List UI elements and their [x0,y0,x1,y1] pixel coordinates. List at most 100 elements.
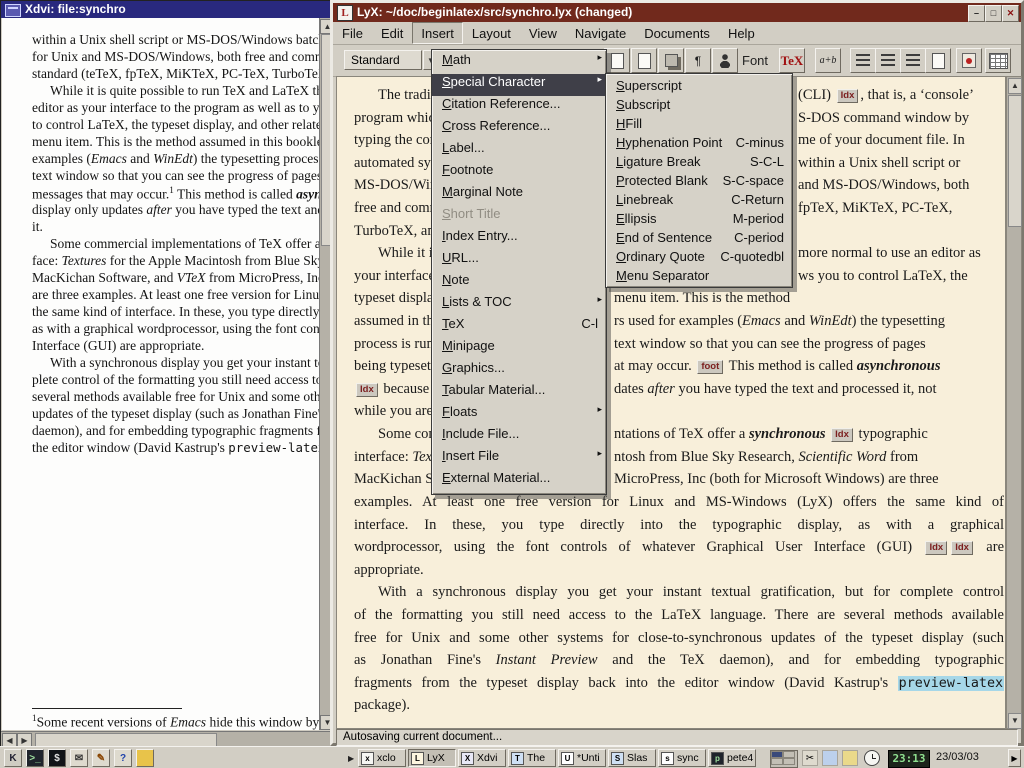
menubar-item-edit[interactable]: Edit [372,22,412,44]
console-icon[interactable]: $ [48,749,66,767]
korn-icon[interactable] [822,750,838,766]
menu-item-linebreak[interactable]: LinebreakC-Return [606,190,792,209]
klipper-icon[interactable]: ✂ [802,750,818,766]
idx-inset-button[interactable]: Idx [831,428,853,442]
idx-inset-button[interactable]: Idx [356,383,378,397]
editor-icon[interactable]: ✎ [92,749,110,767]
menu-item-label: End of Sentence [616,228,712,247]
idx-inset-button[interactable]: Idx [951,541,973,555]
menu-item-label[interactable]: Label... [432,140,606,162]
menu-item-special-character[interactable]: Special Character▸ [432,74,606,96]
menu-item-ellipsis[interactable]: EllipsisM-period [606,209,792,228]
maximize-button[interactable]: □ [985,5,1002,22]
minimize-button[interactable]: – [968,5,985,22]
lyx-window[interactable]: L LyX: ~/doc/beginlatex/src/synchro.lyx … [330,0,1024,746]
menu-item-protected-blank[interactable]: Protected BlankS-C-space [606,171,792,190]
foot-inset-button[interactable]: foot [697,360,723,374]
task-button-xclo[interactable]: xxclo [358,749,406,767]
menu-item-menu-separator[interactable]: Menu Separator [606,266,792,285]
home-folder-icon[interactable] [136,749,154,767]
close-button[interactable]: ✕ [1002,5,1019,22]
menubar-item-layout[interactable]: Layout [463,22,520,44]
layout-combo[interactable]: Standard [344,50,422,70]
idx-inset-button[interactable]: Idx [925,541,947,555]
menu-item-marginal-note[interactable]: Marginal Note [432,184,606,206]
depth-icon[interactable] [658,48,684,73]
menu-item-footnote[interactable]: Footnote [432,162,606,184]
menu-item-note[interactable]: Note [432,272,606,294]
pager-desktop-3[interactable] [771,758,783,765]
terminal-icon[interactable]: >_ [26,749,44,767]
menu-item-include-file[interactable]: Include File... [432,426,606,448]
menubar-item-help[interactable]: Help [719,22,764,44]
menubar-item-navigate[interactable]: Navigate [566,22,635,44]
menubar-item-file[interactable]: File [333,22,372,44]
lyx-window-icon[interactable]: L [337,5,353,21]
menu-item-floats[interactable]: Floats▸ [432,404,606,426]
table-icon[interactable] [985,48,1011,73]
tex-button[interactable]: TeX [779,48,805,73]
menu-item-url[interactable]: URL... [432,250,606,272]
document-scrollbar[interactable]: ▲ ▼ [1006,76,1022,729]
scroll-down-icon[interactable]: ▼ [1008,713,1022,729]
menu-item-hyphenation-point[interactable]: Hyphenation PointC-minus [606,133,792,152]
task-button-slas[interactable]: SSlas [608,749,656,767]
paragraph-icon[interactable]: ¶ [685,48,711,73]
copy-icon[interactable] [604,48,630,73]
task-button-lyx[interactable]: LLyX [408,749,456,767]
note-icon[interactable] [956,48,982,73]
text-line: MicroPress, Inc (both for Microsoft Wind… [614,471,939,488]
menu-item-minipage[interactable]: Minipage [432,338,606,360]
task-button-sync[interactable]: ssync [658,749,706,767]
menu-item-lists-toc[interactable]: Lists & TOC▸ [432,294,606,316]
menu-item-subscript[interactable]: Subscript [606,95,792,114]
float-icon[interactable] [925,48,951,73]
xdvi-hscroll-thumb[interactable] [35,733,217,747]
xdvi-titlebar[interactable]: Xdvi: file:synchro [1,1,333,18]
menu-item-external-material[interactable]: External Material... [432,470,606,492]
menu-item-tex[interactable]: TeXC-l [432,316,606,338]
k-menu-icon[interactable]: K [4,749,22,767]
enumerate-icon[interactable] [850,48,876,73]
itemize-icon[interactable] [875,48,901,73]
menu-item-citation-reference[interactable]: Citation Reference... [432,96,606,118]
menubar-item-view[interactable]: View [520,22,566,44]
task-button-the[interactable]: TThe [508,749,556,767]
noun-icon[interactable] [712,48,738,73]
xdvi-window[interactable]: Xdvi: file:synchro within a Unix shell s… [0,0,334,748]
menu-item-graphics[interactable]: Graphics... [432,360,606,382]
pager-desktop-2[interactable] [783,751,795,758]
lyx-titlebar[interactable]: L LyX: ~/doc/beginlatex/src/synchro.lyx … [333,3,1021,22]
pager-desktop-1[interactable] [771,751,783,758]
paste-icon[interactable] [631,48,657,73]
menu-item-cross-reference[interactable]: Cross Reference... [432,118,606,140]
desktop-pager[interactable] [770,750,798,768]
depth-plus-icon[interactable] [900,48,926,73]
help-icon[interactable]: ? [114,749,132,767]
menu-item-insert-file[interactable]: Insert File▸ [432,448,606,470]
task-button-xdvi[interactable]: XXdvi [458,749,506,767]
menu-item-math[interactable]: Math▸ [432,52,606,74]
pager-desktop-4[interactable] [783,758,795,765]
menu-item-superscript[interactable]: Superscript [606,76,792,95]
task-button-unti[interactable]: U*Unti [558,749,606,767]
document-scroll-thumb[interactable] [1008,95,1022,227]
idx-inset-button[interactable]: Idx [837,89,859,103]
menu-item-ordinary-quote[interactable]: Ordinary QuoteC-quotedbl [606,247,792,266]
menu-item-tabular-material[interactable]: Tabular Material... [432,382,606,404]
taskbar-scroll-arrow-icon[interactable]: ▶ [348,754,354,763]
menubar-item-documents[interactable]: Documents [635,22,719,44]
menu-item-hfill[interactable]: HFill [606,114,792,133]
panel-hide-arrow-icon[interactable]: ▶ [1008,749,1021,767]
math-mode-icon[interactable]: a+b [815,48,841,73]
scroll-up-icon[interactable]: ▲ [1008,78,1022,94]
menu-item-short-title[interactable]: Short Title [432,206,606,228]
menubar-item-insert[interactable]: Insert [412,22,463,44]
menu-item-end-of-sentence[interactable]: End of SentenceC-period [606,228,792,247]
menu-item-ligature-break[interactable]: Ligature BreakS-C-L [606,152,792,171]
notes-icon[interactable] [842,750,858,766]
menu-item-index-entry[interactable]: Index Entry... [432,228,606,250]
xdvi-window-icon[interactable] [5,4,21,17]
task-button-pete4[interactable]: ppete4 [708,749,756,767]
mail-icon[interactable]: ✉ [70,749,88,767]
